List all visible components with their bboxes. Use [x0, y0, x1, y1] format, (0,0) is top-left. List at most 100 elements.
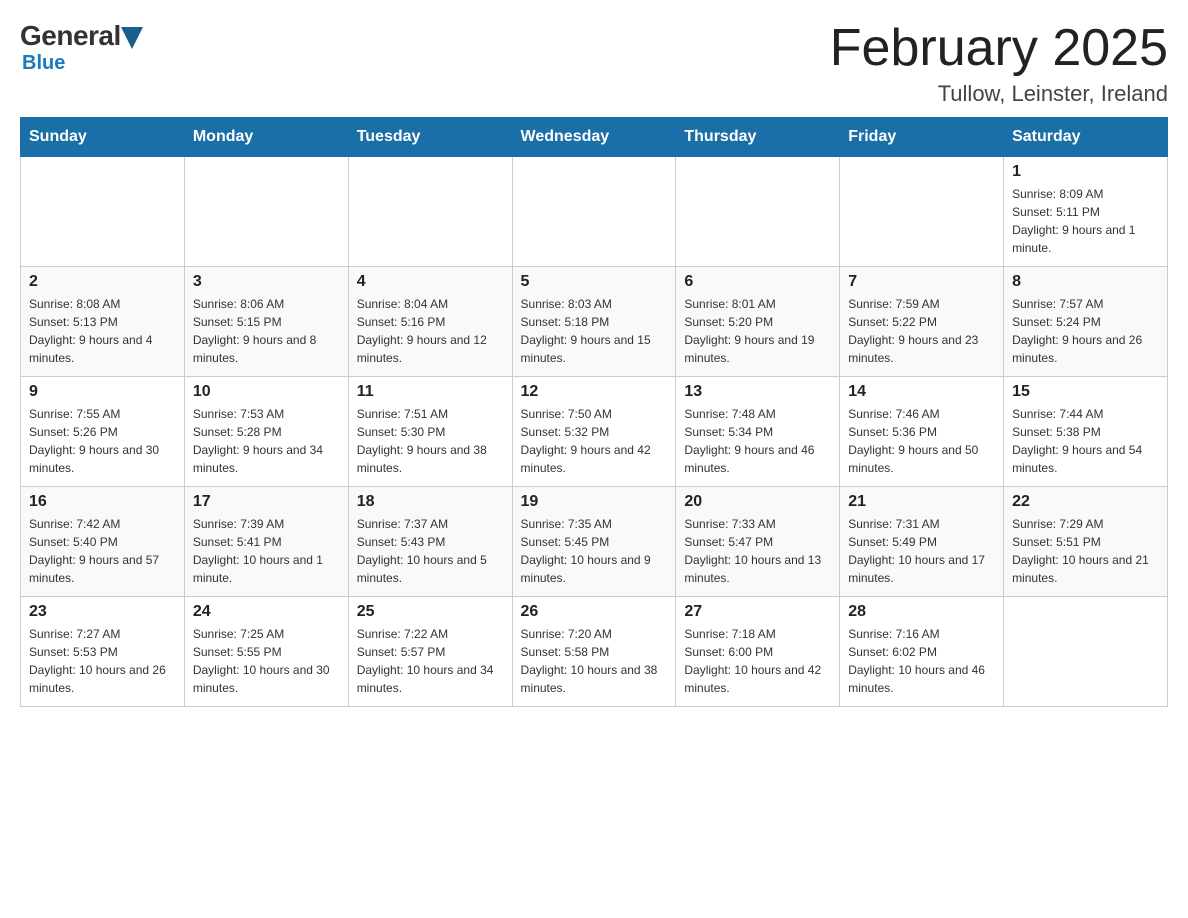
day-info: Sunrise: 7:59 AMSunset: 5:22 PMDaylight:… — [848, 295, 995, 367]
day-number: 4 — [357, 273, 504, 291]
day-number: 20 — [684, 493, 831, 511]
day-info: Sunrise: 7:29 AMSunset: 5:51 PMDaylight:… — [1012, 515, 1159, 587]
logo-arrow-icon — [121, 27, 143, 49]
day-number: 26 — [521, 603, 668, 621]
calendar-cell: 20 Sunrise: 7:33 AMSunset: 5:47 PMDayligh… — [676, 487, 840, 597]
calendar-cell: 28 Sunrise: 7:16 AMSunset: 6:02 PMDayligh… — [840, 597, 1004, 707]
day-info: Sunrise: 7:48 AMSunset: 5:34 PMDaylight:… — [684, 405, 831, 477]
day-info: Sunrise: 7:57 AMSunset: 5:24 PMDaylight:… — [1012, 295, 1159, 367]
day-header-saturday: Saturday — [1004, 118, 1168, 157]
day-number: 6 — [684, 273, 831, 291]
calendar-week-row: 16 Sunrise: 7:42 AMSunset: 5:40 PMDayligh… — [21, 487, 1168, 597]
calendar-cell: 13 Sunrise: 7:48 AMSunset: 5:34 PMDayligh… — [676, 377, 840, 487]
calendar-cell: 1 Sunrise: 8:09 AMSunset: 5:11 PMDaylight… — [1004, 157, 1168, 267]
calendar-cell: 22 Sunrise: 7:29 AMSunset: 5:51 PMDayligh… — [1004, 487, 1168, 597]
day-header-thursday: Thursday — [676, 118, 840, 157]
calendar-cell: 19 Sunrise: 7:35 AMSunset: 5:45 PMDayligh… — [512, 487, 676, 597]
day-info: Sunrise: 7:51 AMSunset: 5:30 PMDaylight:… — [357, 405, 504, 477]
day-number: 19 — [521, 493, 668, 511]
day-number: 16 — [29, 493, 176, 511]
calendar-cell: 14 Sunrise: 7:46 AMSunset: 5:36 PMDayligh… — [840, 377, 1004, 487]
day-info: Sunrise: 7:31 AMSunset: 5:49 PMDaylight:… — [848, 515, 995, 587]
day-number: 23 — [29, 603, 176, 621]
calendar-cell — [840, 157, 1004, 267]
day-info: Sunrise: 7:22 AMSunset: 5:57 PMDaylight:… — [357, 625, 504, 697]
calendar-week-row: 9 Sunrise: 7:55 AMSunset: 5:26 PMDaylight… — [21, 377, 1168, 487]
day-number: 28 — [848, 603, 995, 621]
day-info: Sunrise: 7:35 AMSunset: 5:45 PMDaylight:… — [521, 515, 668, 587]
day-number: 5 — [521, 273, 668, 291]
calendar-cell — [348, 157, 512, 267]
location: Tullow, Leinster, Ireland — [830, 81, 1168, 107]
day-number: 17 — [193, 493, 340, 511]
day-number: 15 — [1012, 383, 1159, 401]
day-info: Sunrise: 8:08 AMSunset: 5:13 PMDaylight:… — [29, 295, 176, 367]
calendar-cell: 17 Sunrise: 7:39 AMSunset: 5:41 PMDayligh… — [184, 487, 348, 597]
calendar-cell: 4 Sunrise: 8:04 AMSunset: 5:16 PMDaylight… — [348, 267, 512, 377]
day-info: Sunrise: 7:20 AMSunset: 5:58 PMDaylight:… — [521, 625, 668, 697]
calendar-cell: 8 Sunrise: 7:57 AMSunset: 5:24 PMDaylight… — [1004, 267, 1168, 377]
day-info: Sunrise: 7:42 AMSunset: 5:40 PMDaylight:… — [29, 515, 176, 587]
calendar-week-row: 1 Sunrise: 8:09 AMSunset: 5:11 PMDaylight… — [21, 157, 1168, 267]
day-number: 8 — [1012, 273, 1159, 291]
day-number: 18 — [357, 493, 504, 511]
calendar-cell — [184, 157, 348, 267]
calendar-cell — [21, 157, 185, 267]
calendar-cell: 6 Sunrise: 8:01 AMSunset: 5:20 PMDaylight… — [676, 267, 840, 377]
day-info: Sunrise: 8:01 AMSunset: 5:20 PMDaylight:… — [684, 295, 831, 367]
day-header-friday: Friday — [840, 118, 1004, 157]
day-info: Sunrise: 8:06 AMSunset: 5:15 PMDaylight:… — [193, 295, 340, 367]
calendar-cell: 18 Sunrise: 7:37 AMSunset: 5:43 PMDayligh… — [348, 487, 512, 597]
title-section: February 2025 Tullow, Leinster, Ireland — [830, 20, 1168, 107]
day-info: Sunrise: 7:46 AMSunset: 5:36 PMDaylight:… — [848, 405, 995, 477]
calendar-cell: 26 Sunrise: 7:20 AMSunset: 5:58 PMDayligh… — [512, 597, 676, 707]
day-number: 10 — [193, 383, 340, 401]
day-info: Sunrise: 7:53 AMSunset: 5:28 PMDaylight:… — [193, 405, 340, 477]
calendar-cell: 5 Sunrise: 8:03 AMSunset: 5:18 PMDaylight… — [512, 267, 676, 377]
day-number: 24 — [193, 603, 340, 621]
day-info: Sunrise: 7:55 AMSunset: 5:26 PMDaylight:… — [29, 405, 176, 477]
day-info: Sunrise: 7:39 AMSunset: 5:41 PMDaylight:… — [193, 515, 340, 587]
day-header-sunday: Sunday — [21, 118, 185, 157]
day-info: Sunrise: 7:25 AMSunset: 5:55 PMDaylight:… — [193, 625, 340, 697]
day-number: 21 — [848, 493, 995, 511]
day-number: 14 — [848, 383, 995, 401]
calendar-cell — [512, 157, 676, 267]
day-header-tuesday: Tuesday — [348, 118, 512, 157]
day-number: 1 — [1012, 163, 1159, 181]
day-info: Sunrise: 7:37 AMSunset: 5:43 PMDaylight:… — [357, 515, 504, 587]
calendar-cell: 24 Sunrise: 7:25 AMSunset: 5:55 PMDayligh… — [184, 597, 348, 707]
day-number: 25 — [357, 603, 504, 621]
calendar-table: SundayMondayTuesdayWednesdayThursdayFrid… — [20, 117, 1168, 707]
day-number: 11 — [357, 383, 504, 401]
day-number: 27 — [684, 603, 831, 621]
calendar-cell — [1004, 597, 1168, 707]
day-info: Sunrise: 8:09 AMSunset: 5:11 PMDaylight:… — [1012, 185, 1159, 257]
calendar-cell: 27 Sunrise: 7:18 AMSunset: 6:00 PMDayligh… — [676, 597, 840, 707]
calendar-cell: 11 Sunrise: 7:51 AMSunset: 5:30 PMDayligh… — [348, 377, 512, 487]
page-header: General Blue February 2025 Tullow, Leins… — [20, 20, 1168, 107]
day-info: Sunrise: 7:18 AMSunset: 6:00 PMDaylight:… — [684, 625, 831, 697]
logo-general-text: General — [20, 20, 121, 52]
calendar-header-row: SundayMondayTuesdayWednesdayThursdayFrid… — [21, 118, 1168, 157]
logo: General Blue — [20, 20, 143, 75]
day-info: Sunrise: 7:33 AMSunset: 5:47 PMDaylight:… — [684, 515, 831, 587]
calendar-cell: 7 Sunrise: 7:59 AMSunset: 5:22 PMDaylight… — [840, 267, 1004, 377]
day-number: 2 — [29, 273, 176, 291]
calendar-cell: 16 Sunrise: 7:42 AMSunset: 5:40 PMDayligh… — [21, 487, 185, 597]
day-number: 22 — [1012, 493, 1159, 511]
day-info: Sunrise: 8:04 AMSunset: 5:16 PMDaylight:… — [357, 295, 504, 367]
day-info: Sunrise: 8:03 AMSunset: 5:18 PMDaylight:… — [521, 295, 668, 367]
calendar-week-row: 2 Sunrise: 8:08 AMSunset: 5:13 PMDaylight… — [21, 267, 1168, 377]
day-number: 12 — [521, 383, 668, 401]
calendar-cell — [676, 157, 840, 267]
day-info: Sunrise: 7:16 AMSunset: 6:02 PMDaylight:… — [848, 625, 995, 697]
logo-blue-text: Blue — [22, 52, 65, 74]
calendar-cell: 9 Sunrise: 7:55 AMSunset: 5:26 PMDaylight… — [21, 377, 185, 487]
day-number: 9 — [29, 383, 176, 401]
day-header-monday: Monday — [184, 118, 348, 157]
day-number: 3 — [193, 273, 340, 291]
day-number: 7 — [848, 273, 995, 291]
calendar-cell: 15Sunrise: 7:44 AMSunset: 5:38 PMDayligh… — [1004, 377, 1168, 487]
day-number: 13 — [684, 383, 831, 401]
